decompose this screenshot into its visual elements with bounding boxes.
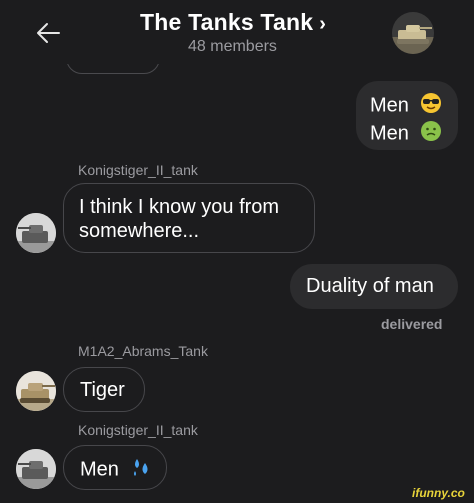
delivery-status: delivered: [381, 316, 443, 332]
watermark: ifunny.co: [412, 486, 465, 500]
sweat-droplets-emoji: [130, 456, 152, 484]
group-title: The Tanks Tank: [140, 9, 314, 35]
sender-name: Konigstiger_II_tank: [78, 162, 198, 178]
message-text: Men: [80, 458, 119, 481]
message-line: I think I know you from: [79, 196, 280, 218]
avatar[interactable]: [16, 449, 56, 489]
message-bubble-outgoing[interactable]: Men Men: [356, 81, 458, 150]
arrow-left-icon: [37, 23, 60, 43]
message-bubble-incoming[interactable]: Men: [63, 445, 167, 490]
sunglasses-face-emoji: [420, 92, 442, 120]
chat-header: The Tanks Tank › 48 members: [0, 0, 474, 64]
avatar[interactable]: [16, 371, 56, 411]
sender-name: M1A2_Abrams_Tank: [78, 343, 208, 359]
nauseated-face-emoji: [420, 120, 442, 148]
avatar[interactable]: [16, 213, 56, 253]
member-count: 48 members: [188, 38, 277, 55]
back-button[interactable]: [30, 18, 66, 50]
message-line: somewhere...: [79, 220, 200, 242]
message-text: Tiger: [80, 379, 125, 401]
message-line: Men: [370, 120, 458, 148]
message-text: Duality of man: [306, 275, 434, 297]
sender-name: Konigstiger_II_tank: [78, 422, 198, 438]
group-title-button[interactable]: The Tanks Tank ›: [140, 9, 326, 36]
chevron-right-icon: ›: [319, 13, 327, 35]
message-line: Men: [370, 92, 458, 120]
message-bubble-incoming[interactable]: Tiger: [63, 367, 145, 412]
group-avatar[interactable]: [392, 12, 434, 54]
message-bubble-outgoing[interactable]: Duality of man: [290, 264, 458, 309]
message-bubble-incoming[interactable]: I think I know you from somewhere...: [63, 183, 315, 253]
